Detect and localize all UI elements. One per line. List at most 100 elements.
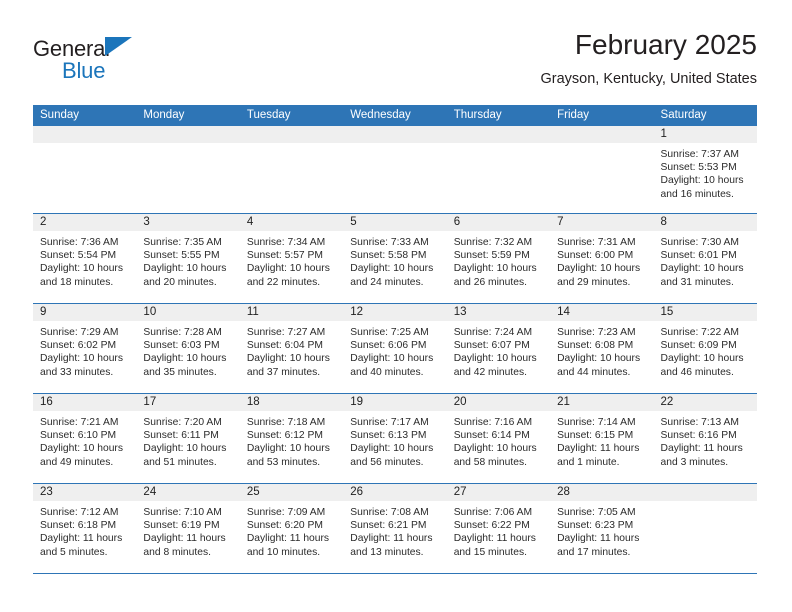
calendar-day-cell[interactable]: 23 Sunrise: 7:12 AM Sunset: 6:18 PM Dayligh… bbox=[33, 484, 137, 573]
page-title: February 2025 bbox=[574, 29, 757, 60]
daylight-duration-line2: and 16 minutes. bbox=[660, 188, 734, 200]
daylight-duration-line2: and 56 minutes. bbox=[350, 456, 424, 468]
day-details: Sunrise: 7:09 AM Sunset: 6:20 PM Daylight:… bbox=[239, 501, 344, 573]
daylight-duration-line2: and 35 minutes. bbox=[143, 366, 217, 378]
sunset-time: Sunset: 6:04 PM bbox=[246, 340, 323, 352]
sunrise-time: Sunrise: 7:29 AM bbox=[40, 327, 119, 338]
daylight-duration-line1: Daylight: 11 hours bbox=[40, 533, 123, 545]
day-number-strip: 1 bbox=[653, 126, 757, 143]
calendar-day-cell[interactable]: 13 Sunrise: 7:24 AM Sunset: 6:07 PM Dayligh… bbox=[446, 304, 551, 393]
calendar-day-cell[interactable]: 9 Sunrise: 7:29 AM Sunset: 6:02 PM Daylight… bbox=[33, 304, 137, 393]
weekday-header-saturday: Saturday bbox=[660, 109, 707, 121]
calendar-day-cell[interactable]: 21 Sunrise: 7:14 AM Sunset: 6:15 PM Dayligh… bbox=[550, 394, 654, 483]
weekday-header-sunday: Sunday bbox=[40, 109, 80, 121]
calendar-day-cell[interactable]: 6 Sunrise: 7:32 AM Sunset: 5:59 PM Daylight… bbox=[446, 214, 551, 303]
day-number-strip bbox=[446, 126, 551, 143]
day-details: Sunrise: 7:17 AM Sunset: 6:13 PM Daylight:… bbox=[343, 411, 447, 483]
day-number-strip: 5 bbox=[343, 214, 447, 231]
calendar-day-cell[interactable]: 28 Sunrise: 7:05 AM Sunset: 6:23 PM Dayligh… bbox=[550, 484, 654, 573]
day-number: 21 bbox=[557, 396, 570, 408]
daylight-duration-line1: Daylight: 11 hours bbox=[350, 533, 433, 545]
calendar-day-cell[interactable]: 8 Sunrise: 7:30 AM Sunset: 6:01 PM Daylight… bbox=[653, 214, 757, 303]
calendar-day-cell[interactable]: 4 Sunrise: 7:34 AM Sunset: 5:57 PM Daylight… bbox=[239, 214, 344, 303]
daylight-duration-line1: Daylight: 11 hours bbox=[143, 533, 226, 545]
sunrise-time: Sunrise: 7:05 AM bbox=[557, 507, 636, 518]
title-block: February 2025 Grayson, Kentucky, United … bbox=[540, 28, 757, 90]
day-details: Sunrise: 7:23 AM Sunset: 6:08 PM Daylight:… bbox=[550, 321, 654, 393]
calendar-day-cell[interactable]: 15 Sunrise: 7:22 AM Sunset: 6:09 PM Dayligh… bbox=[653, 304, 757, 393]
calendar-day-cell-empty bbox=[33, 126, 137, 213]
day-number-strip bbox=[550, 126, 654, 143]
calendar-day-cell-empty bbox=[446, 126, 551, 213]
day-details: Sunrise: 7:20 AM Sunset: 6:11 PM Daylight:… bbox=[136, 411, 240, 483]
daylight-duration-line2: and 58 minutes. bbox=[453, 456, 527, 468]
day-number-strip: 25 bbox=[239, 484, 344, 501]
general-blue-logo[interactable]: General Blue bbox=[33, 36, 173, 90]
sunset-time: Sunset: 6:06 PM bbox=[350, 340, 427, 352]
day-number: 4 bbox=[246, 216, 254, 228]
calendar-day-cell[interactable]: 5 Sunrise: 7:33 AM Sunset: 5:58 PM Daylight… bbox=[343, 214, 447, 303]
calendar-day-cell[interactable]: 24 Sunrise: 7:10 AM Sunset: 6:19 PM Dayligh… bbox=[136, 484, 240, 573]
daylight-duration-line1: Daylight: 10 hours bbox=[143, 263, 227, 275]
daylight-duration-line2: and 15 minutes. bbox=[453, 546, 527, 558]
calendar-day-cell[interactable]: 17 Sunrise: 7:20 AM Sunset: 6:11 PM Dayligh… bbox=[136, 394, 240, 483]
sunset-time: Sunset: 6:16 PM bbox=[660, 430, 737, 442]
calendar-day-cell[interactable]: 2 Sunrise: 7:36 AM Sunset: 5:54 PM Daylight… bbox=[33, 214, 137, 303]
sunrise-time: Sunrise: 7:16 AM bbox=[453, 417, 533, 428]
day-number-strip: 12 bbox=[343, 304, 447, 321]
day-number: 11 bbox=[246, 306, 259, 318]
calendar-page: General Blue February 2025 Grayson, Kent… bbox=[0, 0, 792, 612]
calendar-day-cell[interactable]: 19 Sunrise: 7:17 AM Sunset: 6:13 PM Dayligh… bbox=[343, 394, 447, 483]
calendar-day-cell[interactable]: 10 Sunrise: 7:28 AM Sunset: 6:03 PM Dayligh… bbox=[136, 304, 240, 393]
day-number-strip: 23 bbox=[33, 484, 137, 501]
sunset-time: Sunset: 6:09 PM bbox=[660, 340, 737, 352]
daylight-duration-line2: and 10 minutes. bbox=[246, 546, 321, 558]
sunset-time: Sunset: 6:23 PM bbox=[557, 520, 634, 532]
calendar-day-cell[interactable]: 7 Sunrise: 7:31 AM Sunset: 6:00 PM Daylight… bbox=[550, 214, 654, 303]
calendar-day-cell[interactable]: 22 Sunrise: 7:13 AM Sunset: 6:16 PM Dayligh… bbox=[653, 394, 757, 483]
daylight-duration-line2: and 37 minutes. bbox=[246, 366, 321, 378]
sunset-time: Sunset: 6:03 PM bbox=[143, 340, 220, 352]
daylight-duration-line1: Daylight: 10 hours bbox=[246, 353, 330, 365]
daylight-duration-line2: and 5 minutes. bbox=[40, 546, 108, 558]
sunset-time: Sunset: 6:15 PM bbox=[557, 430, 634, 442]
sunrise-time: Sunrise: 7:24 AM bbox=[453, 327, 533, 338]
day-number: 13 bbox=[453, 306, 467, 318]
sunset-time: Sunset: 5:57 PM bbox=[246, 250, 323, 262]
day-details: Sunrise: 7:29 AM Sunset: 6:02 PM Daylight:… bbox=[33, 321, 137, 393]
calendar-day-cell[interactable]: 26 Sunrise: 7:08 AM Sunset: 6:21 PM Dayligh… bbox=[343, 484, 447, 573]
calendar-day-cell[interactable]: 14 Sunrise: 7:23 AM Sunset: 6:08 PM Dayligh… bbox=[550, 304, 654, 393]
day-number: 6 bbox=[453, 216, 461, 228]
sunrise-time: Sunrise: 7:36 AM bbox=[40, 237, 119, 248]
day-number: 2 bbox=[40, 216, 47, 228]
sunrise-time: Sunrise: 7:21 AM bbox=[40, 417, 119, 428]
sunrise-time: Sunrise: 7:23 AM bbox=[557, 327, 636, 338]
calendar-day-cell[interactable]: 3 Sunrise: 7:35 AM Sunset: 5:55 PM Daylight… bbox=[136, 214, 240, 303]
sunrise-time: Sunrise: 7:22 AM bbox=[660, 327, 739, 338]
day-details bbox=[550, 143, 654, 213]
day-number: 24 bbox=[143, 486, 157, 498]
daylight-duration-line2: and 46 minutes. bbox=[660, 366, 734, 378]
day-number-strip: 3 bbox=[136, 214, 240, 231]
daylight-duration-line1: Daylight: 10 hours bbox=[453, 353, 537, 365]
day-details bbox=[446, 143, 551, 213]
calendar-day-cell[interactable]: 25 Sunrise: 7:09 AM Sunset: 6:20 PM Dayligh… bbox=[239, 484, 344, 573]
daylight-duration-line1: Daylight: 10 hours bbox=[40, 443, 123, 455]
calendar-day-cell[interactable]: 1 Sunrise: 7:37 AM Sunset: 5:53 PM Daylight… bbox=[653, 126, 757, 213]
daylight-duration-line2: and 49 minutes. bbox=[40, 456, 114, 468]
day-number: 1 bbox=[660, 128, 667, 140]
daylight-duration-line1: Daylight: 10 hours bbox=[40, 353, 123, 365]
weekday-header-friday: Friday bbox=[557, 109, 590, 121]
calendar-day-cell[interactable]: 18 Sunrise: 7:18 AM Sunset: 6:12 PM Dayligh… bbox=[239, 394, 344, 483]
sunrise-time: Sunrise: 7:30 AM bbox=[660, 237, 739, 248]
day-number: 9 bbox=[40, 306, 47, 318]
calendar-day-cell[interactable]: 16 Sunrise: 7:21 AM Sunset: 6:10 PM Dayligh… bbox=[33, 394, 137, 483]
calendar-day-cell[interactable]: 12 Sunrise: 7:25 AM Sunset: 6:06 PM Dayligh… bbox=[343, 304, 447, 393]
calendar-day-cell[interactable]: 20 Sunrise: 7:16 AM Sunset: 6:14 PM Dayligh… bbox=[446, 394, 551, 483]
calendar-day-cell[interactable]: 11 Sunrise: 7:27 AM Sunset: 6:04 PM Dayligh… bbox=[239, 304, 344, 393]
day-number-strip bbox=[136, 126, 240, 143]
sunset-time: Sunset: 6:02 PM bbox=[40, 340, 117, 352]
calendar-day-cell[interactable]: 27 Sunrise: 7:06 AM Sunset: 6:22 PM Dayligh… bbox=[446, 484, 551, 573]
weekday-header-row: Sunday Monday Tuesday Wednesday Thursday Frid… bbox=[33, 105, 757, 126]
day-number-strip: 9 bbox=[33, 304, 137, 321]
